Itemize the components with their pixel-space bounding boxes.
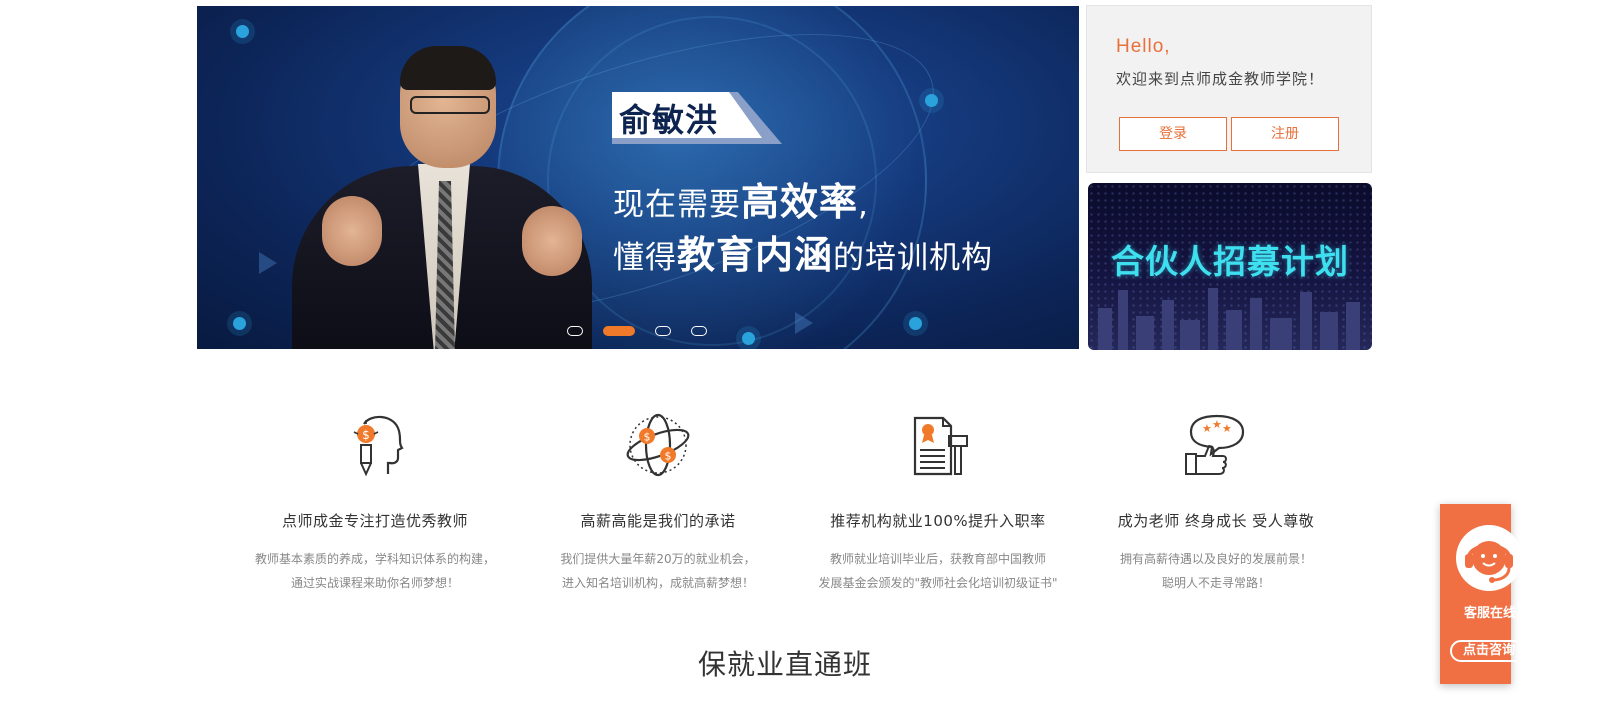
service-label: 客服在线	[1463, 606, 1516, 621]
slide-pager	[567, 326, 707, 336]
register-button[interactable]: 注册	[1231, 117, 1339, 151]
partner-title: 合伙人招募计划	[1111, 242, 1349, 281]
feature-title: 高薪高能是我们的承诺	[580, 512, 736, 530]
section-title: 保就业直通班	[697, 648, 872, 681]
login-panel: Hello, 欢迎来到点师成金教师学院！ 登录 注册	[1086, 5, 1372, 173]
slogan-line-2: 懂得教育内涵的培训机构	[613, 233, 994, 277]
glow-dot	[742, 332, 755, 345]
svg-text:$: $	[665, 450, 672, 463]
customer-service-float[interactable]: 客服在线 点击咨询	[1440, 504, 1528, 684]
feature-title: 成为老师 终身成长 受人尊敬	[1117, 512, 1315, 530]
globe-money-icon: $ $	[626, 413, 690, 477]
svg-text:$: $	[362, 428, 370, 442]
speaker-portrait	[292, 46, 592, 349]
feature-desc: 拥有高薪待遇以及良好的发展前景！ 聪明人不走寻常路！	[1119, 552, 1312, 590]
glow-dot	[909, 317, 922, 330]
certificate-icon	[913, 416, 968, 476]
consult-button[interactable]: 点击咨询	[1450, 640, 1528, 662]
feature-desc: 我们提供大量年薪20万的就业机会， 进入知名培训机构，成就高薪梦想！	[560, 552, 756, 590]
feature-card: ★ ★ ★ 成为老师 终身成长 受人尊敬 拥有高薪待遇以及良好的发展前景！ 聪明…	[1076, 410, 1356, 595]
feature-card: $ 点师成金专注打造优秀教师 教师基本素质的养成，学科知识体系的构建， 通过实战…	[235, 410, 515, 595]
svg-text:★: ★	[1202, 422, 1212, 435]
feature-card: 推荐机构就业100%提升入职率 教师就业培训毕业后，获教育部中国教师 发展基金会…	[798, 410, 1078, 595]
glow-dot	[925, 94, 938, 107]
feature-desc: 教师就业培训毕业后，获教育部中国教师 发展基金会颁发的"教师社会化培训初级证书"	[818, 552, 1058, 590]
hello-greeting: Hello,	[1116, 36, 1171, 57]
slide-dot-4[interactable]	[691, 326, 707, 336]
feature-title: 推荐机构就业100%提升入职率	[830, 512, 1046, 530]
slide-dot-3[interactable]	[655, 326, 671, 336]
feature-card: $ $ 高薪高能是我们的承诺 我们提供大量年薪20万的就业机会， 进入知名培训机…	[518, 410, 798, 595]
partner-recruitment-banner[interactable]: 合伙人招募计划	[1088, 183, 1372, 350]
speaker-name: 俞敏洪	[619, 101, 719, 139]
glow-dot	[236, 25, 249, 38]
head-idea-icon: $	[353, 415, 404, 477]
login-button[interactable]: 登录	[1119, 117, 1227, 151]
play-triangle-decoration	[795, 312, 813, 334]
rating-thumbs-up-icon: ★ ★ ★	[1185, 414, 1245, 475]
play-triangle-decoration	[259, 252, 277, 274]
svg-text:★: ★	[1212, 418, 1222, 431]
feature-desc: 教师基本素质的养成，学科知识体系的构建， 通过实战课程来助你名师梦想！	[254, 552, 495, 590]
svg-text:★: ★	[1222, 422, 1232, 435]
slide-dot-2[interactable]	[603, 326, 635, 336]
welcome-text: 欢迎来到点师成金教师学院！	[1116, 70, 1325, 88]
headset-agent-icon	[1456, 525, 1522, 591]
slogan-line-1: 现在需要高效率,	[613, 180, 869, 224]
svg-text:$: $	[644, 431, 651, 444]
glow-dot	[233, 317, 246, 330]
hero-banner[interactable]: 俞敏洪 现在需要高效率, 懂得教育内涵的培训机构	[197, 6, 1079, 349]
feature-title: 点师成金专注打造优秀教师	[281, 512, 468, 530]
slide-dot-1[interactable]	[567, 326, 583, 336]
city-skyline-decoration	[1088, 280, 1372, 350]
